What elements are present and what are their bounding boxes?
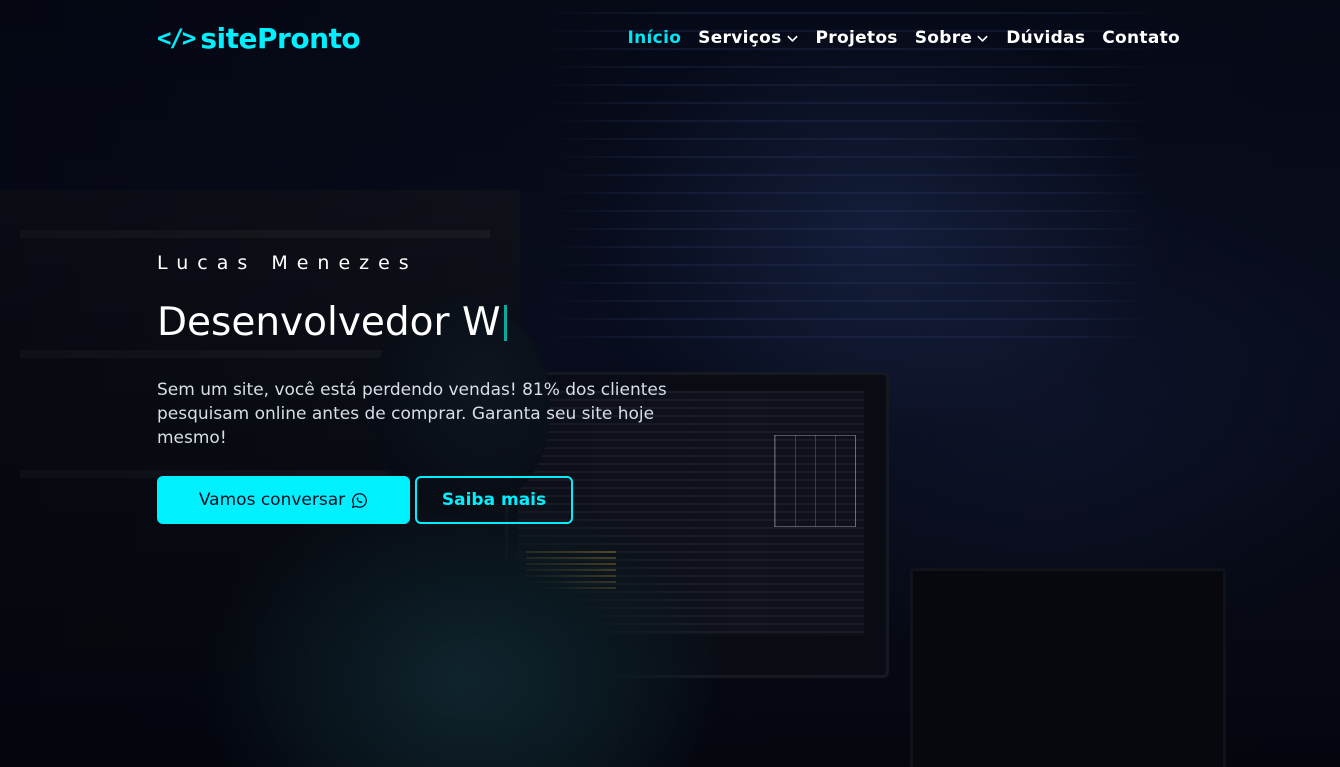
logo-text: sitePronto	[200, 21, 361, 55]
nav-item-contato[interactable]: Contato	[1102, 28, 1180, 48]
learn-more-button-label: Saiba mais	[441, 490, 547, 510]
code-brackets-icon: </>	[157, 24, 196, 52]
talk-button-label: Vamos conversar	[198, 490, 346, 510]
talk-button[interactable]: Vamos conversar	[157, 476, 410, 524]
main-navigation: Início Serviços Projetos Sobre Dúvidas C…	[628, 28, 1180, 48]
chevron-down-icon	[786, 35, 798, 42]
headline-text: Desenvolvedor W	[157, 300, 501, 345]
nav-item-label: Sobre	[914, 28, 973, 48]
nav-item-label: Serviços	[698, 28, 782, 48]
hero-content: Lucas Menezes Desenvolvedor W Sem um sit…	[157, 252, 677, 524]
typing-caret	[503, 305, 507, 341]
nav-item-inicio[interactable]: Início	[628, 28, 682, 48]
nav-item-sobre[interactable]: Sobre	[915, 28, 990, 48]
headline: Desenvolvedor W	[157, 300, 677, 346]
nav-item-label: Início	[627, 28, 682, 48]
site-logo[interactable]: </> sitePronto	[157, 21, 361, 55]
learn-more-button[interactable]: Saiba mais	[415, 476, 573, 524]
nav-item-label: Contato	[1102, 28, 1180, 48]
chevron-down-icon	[977, 35, 988, 42]
hero-actions: Vamos conversar Saiba mais	[157, 476, 677, 524]
nav-item-label: Dúvidas	[1006, 28, 1086, 48]
whatsapp-icon	[351, 492, 368, 508]
nav-item-label: Projetos	[815, 28, 898, 48]
author-name: Lucas Menezes	[157, 252, 418, 274]
hero-description: Sem um site, você está perdendo vendas! …	[157, 380, 667, 448]
nav-item-duvidas[interactable]: Dúvidas	[1006, 28, 1085, 48]
nav-item-projetos[interactable]: Projetos	[816, 28, 898, 48]
hero-section: </> sitePronto Início Serviços Projetos …	[0, 0, 1340, 767]
nav-item-servicos[interactable]: Serviços	[698, 28, 798, 48]
navbar: </> sitePronto Início Serviços Projetos …	[157, 20, 1180, 56]
